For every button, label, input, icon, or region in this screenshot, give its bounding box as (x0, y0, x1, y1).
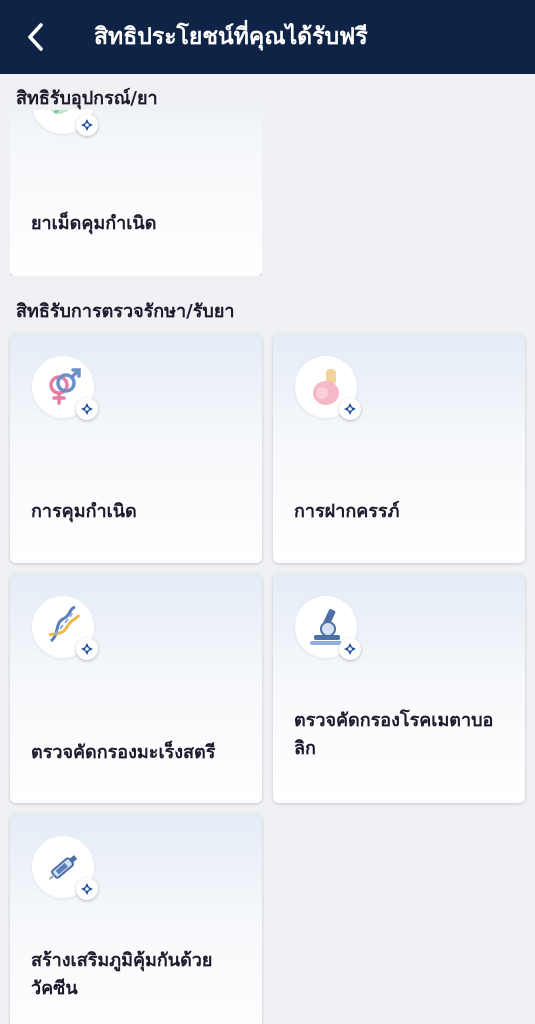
page-title: สิทธิประโยชน์ที่คุณได้รับฟรี (94, 24, 368, 50)
card-metabolic-screening[interactable]: ตรวจคัดกรองโรคเมตาบอลิก (273, 574, 525, 803)
medical-badge-icon (76, 638, 98, 660)
section-title-treatment: สิทธิรับการตรวจรักษา/รับยา (16, 301, 235, 322)
card-label: การฝากครรภ์ (294, 501, 400, 522)
card-label: ยาเม็ดคุมกำเนิด (31, 213, 157, 234)
chevron-left-icon (28, 23, 43, 51)
section-title-equipment: สิทธิรับอุปกรณ์/ยา (16, 88, 158, 109)
medical-badge-icon (339, 398, 361, 420)
medical-badge-icon (76, 878, 98, 900)
card-contraception[interactable]: การคุมกำเนิด (10, 334, 262, 563)
medical-badge-icon (76, 398, 98, 420)
card-prenatal-care[interactable]: การฝากครรภ์ (273, 334, 525, 563)
card-label: ตรวจคัดกรองโรคเมตาบอลิก (294, 710, 494, 759)
card-cervical-cancer-screening[interactable]: ตรวจคัดกรองมะเร็งสตรี (10, 574, 262, 803)
card-label: การคุมกำเนิด (31, 501, 137, 522)
card-label: ตรวจคัดกรองมะเร็งสตรี (31, 742, 216, 763)
card-birth-control-pill[interactable]: ยาเม็ดคุมกำเนิด (10, 110, 262, 276)
card-vaccination[interactable]: สร้างเสริมภูมิคุ้มกันด้วยวัคซีน (10, 814, 262, 1024)
card-label: สร้างเสริมภูมิคุ้มกันด้วยวัคซีน (31, 950, 213, 999)
back-button[interactable] (18, 19, 54, 55)
app-header: สิทธิประโยชน์ที่คุณได้รับฟรี (0, 0, 535, 74)
medical-badge-icon (339, 638, 361, 660)
medical-badge-icon (76, 114, 98, 136)
